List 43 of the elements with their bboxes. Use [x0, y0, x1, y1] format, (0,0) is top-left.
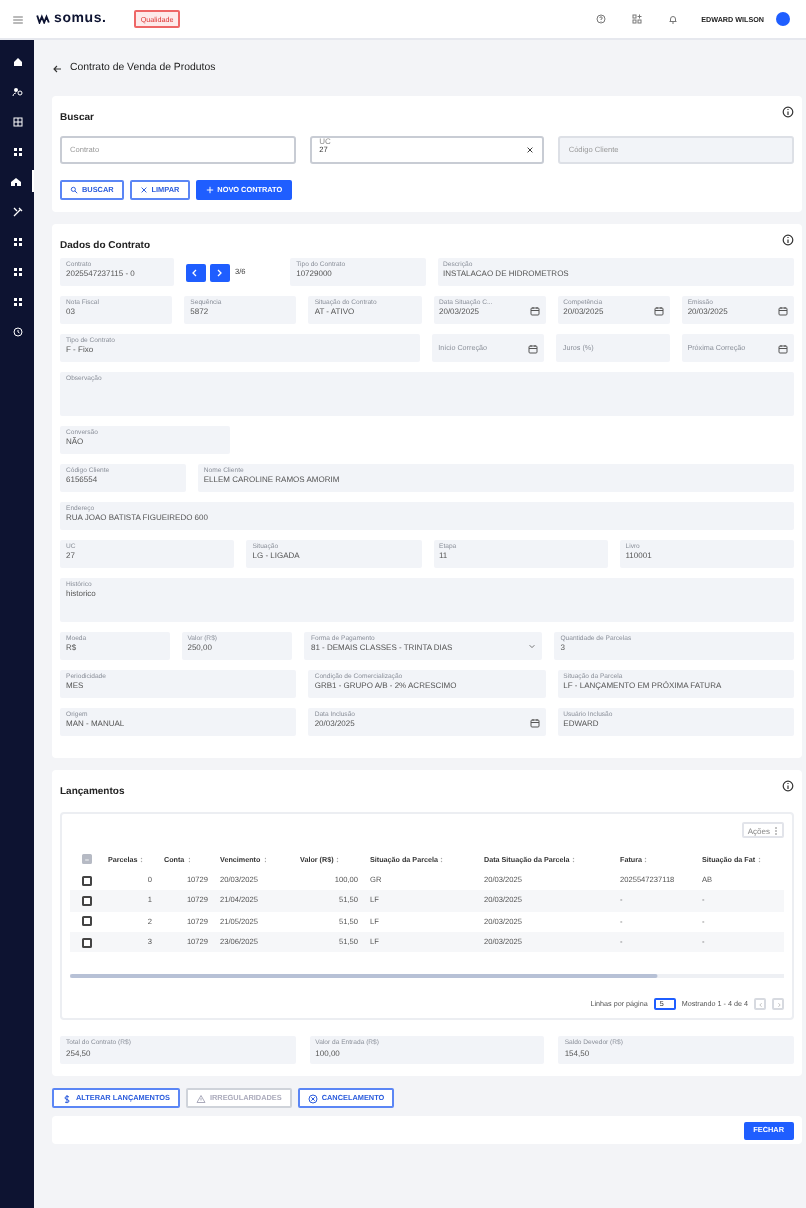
next-button[interactable] [209, 263, 229, 281]
calendar-icon[interactable] [528, 343, 539, 353]
chevron-right-icon [214, 267, 224, 277]
row-checkbox[interactable] [82, 916, 92, 927]
bell-icon[interactable] [667, 14, 678, 24]
chevron-left-icon [757, 1001, 763, 1008]
help-icon[interactable] [595, 14, 606, 24]
chevron-right-icon [775, 1001, 781, 1008]
history-icon [11, 325, 23, 337]
close-icon [139, 186, 148, 194]
grid-plus-icon[interactable] [631, 14, 642, 24]
calendar-icon[interactable] [778, 305, 788, 315]
logo-icon [36, 14, 50, 24]
row-checkbox[interactable] [82, 895, 92, 906]
grid-icon [11, 115, 23, 127]
row-checkbox[interactable] [82, 937, 92, 948]
calendar-icon[interactable] [529, 305, 540, 315]
clear-icon[interactable] [526, 146, 535, 154]
plus-icon [205, 186, 214, 194]
cancel-icon [307, 1093, 318, 1104]
home-icon [11, 55, 23, 67]
grid-icon [11, 235, 23, 247]
tools-icon [11, 205, 23, 217]
grid-icon [11, 295, 23, 307]
info-icon[interactable] [782, 106, 794, 118]
previous-button[interactable] [185, 263, 205, 281]
calendar-icon[interactable] [653, 305, 664, 315]
search-icon [70, 186, 78, 194]
scrollbar[interactable] [70, 974, 784, 979]
grid-icon [11, 145, 23, 157]
row-checkbox[interactable] [82, 875, 92, 886]
warning-icon [195, 1093, 206, 1104]
info-icon[interactable] [782, 234, 794, 246]
grid-icon [11, 265, 23, 277]
chevron-left-icon [190, 267, 200, 277]
calendar-icon[interactable] [529, 717, 540, 727]
avatar[interactable] [776, 12, 790, 26]
dollar-icon [62, 1093, 72, 1104]
calendar-icon[interactable] [777, 343, 788, 353]
users-icon [11, 85, 23, 97]
back-arrow-icon[interactable] [52, 63, 62, 73]
info-icon[interactable] [782, 780, 794, 792]
building-icon [10, 175, 22, 187]
